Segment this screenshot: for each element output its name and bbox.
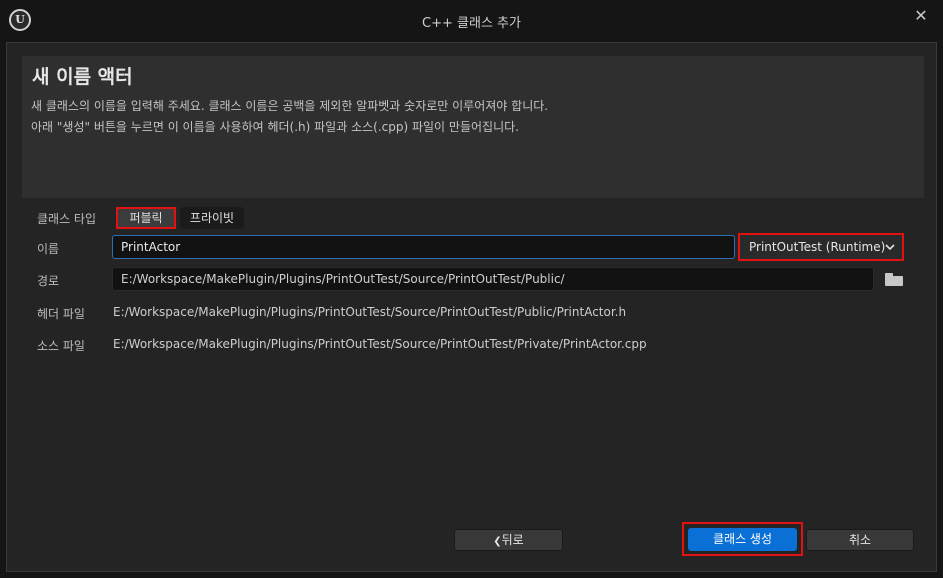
create-class-button[interactable]: 클래스 생성 [688,528,797,551]
folder-icon[interactable] [885,273,903,286]
class-type-label: 클래스 타입 [37,212,97,226]
source-file-label: 소스 파일 [37,339,85,353]
class-type-private-toggle[interactable]: 프라이빗 [180,207,244,229]
close-icon[interactable]: ✕ [911,6,931,26]
page-title: 새 이름 액터 [32,66,133,88]
name-label: 이름 [37,242,60,256]
path-input[interactable]: E:/Workspace/MakePlugin/Plugins/PrintOut… [112,267,874,291]
class-name-input[interactable]: PrintActor [112,235,735,259]
module-dropdown-value: PrintOutTest (Runtime) [749,240,886,254]
description-line-1: 새 클래스의 이름을 입력해 주세요. 클래스 이름은 공백을 제외한 알파벳과… [31,99,549,113]
cancel-button[interactable]: 취소 [806,529,914,551]
header-file-label: 헤더 파일 [37,307,85,321]
chevron-down-icon [885,235,895,268]
chevron-left-icon: ❮ [493,536,502,547]
window-title: C++ 클래스 추가 [422,16,521,31]
path-label: 경로 [37,274,60,288]
title-bar: U C++ 클래스 추가 ✕ [0,0,943,42]
back-button[interactable]: ❮뒤로 [454,529,563,551]
description-line-2: 아래 "생성" 버튼을 누르면 이 이름을 사용하여 헤더(.h) 파일과 소스… [31,120,519,134]
back-button-label: 뒤로 [501,533,524,547]
source-file-path: E:/Workspace/MakePlugin/Plugins/PrintOut… [113,337,647,351]
header-file-path: E:/Workspace/MakePlugin/Plugins/PrintOut… [113,305,627,319]
class-type-public-toggle[interactable]: 퍼블릭 [116,207,176,229]
module-dropdown[interactable]: PrintOutTest (Runtime) [738,233,904,261]
